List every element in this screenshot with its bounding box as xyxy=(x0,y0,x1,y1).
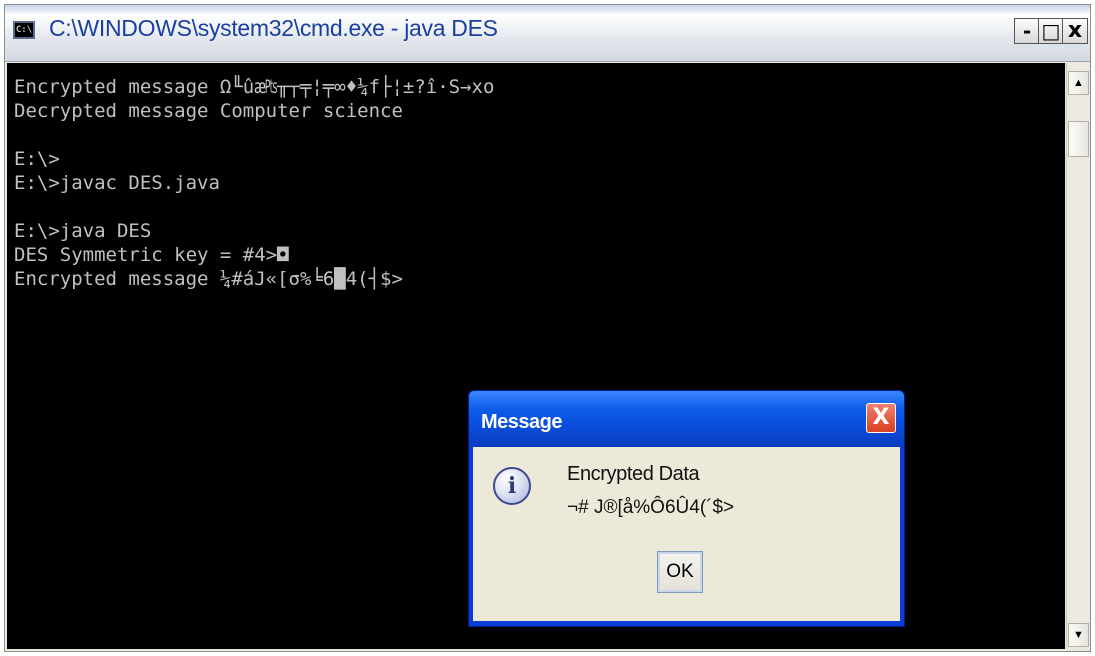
console-app-icon[interactable]: C:\ xyxy=(13,21,35,39)
console-line: Encrypted message ¼#áJ«[σ%╘6█4(┤$> xyxy=(14,268,403,290)
minimize-button[interactable]: - xyxy=(1014,18,1040,44)
window-title: C:\WINDOWS\system32\cmd.exe - java DES xyxy=(49,15,498,41)
console-line: E:\>java DES xyxy=(14,220,152,242)
maximize-button[interactable]: □ xyxy=(1038,18,1064,44)
dialog-body: i Encrypted Data ¬# J®[å%Ô6Û4(´$> OK xyxy=(473,447,900,621)
info-icon: i xyxy=(493,467,531,505)
scroll-down-button[interactable]: ▼ xyxy=(1068,623,1089,647)
dialog-title: Message xyxy=(481,411,563,433)
message-dialog: Message X i Encrypted Data ¬# J®[å%Ô6Û4(… xyxy=(468,390,905,627)
console-line: Decrypted message Computer science xyxy=(14,100,403,122)
scroll-thumb[interactable] xyxy=(1068,121,1089,157)
scroll-up-button[interactable]: ▲ xyxy=(1068,71,1089,95)
title-bar[interactable]: C:\ C:\WINDOWS\system32\cmd.exe - java D… xyxy=(5,5,1090,62)
message-heading: Encrypted Data xyxy=(567,463,700,485)
dialog-close-button[interactable]: X xyxy=(866,403,896,433)
vertical-scrollbar[interactable]: ▲ ▼ xyxy=(1066,63,1090,649)
ok-button[interactable]: OK xyxy=(657,551,703,593)
close-button[interactable]: x xyxy=(1062,18,1088,44)
console-line: E:\>javac DES.java xyxy=(14,172,220,194)
console-line: E:\> xyxy=(14,148,60,170)
console-line: Encrypted message Ω╙ûæ₧╥┬╤¦╤∞♦¼f├¦±?î·S→… xyxy=(14,76,495,98)
dialog-title-bar[interactable]: Message X xyxy=(469,391,904,447)
console-line: DES Symmetric key = #4>◘ xyxy=(14,244,289,266)
encrypted-data-value: ¬# J®[å%Ô6Û4(´$> xyxy=(567,497,735,518)
